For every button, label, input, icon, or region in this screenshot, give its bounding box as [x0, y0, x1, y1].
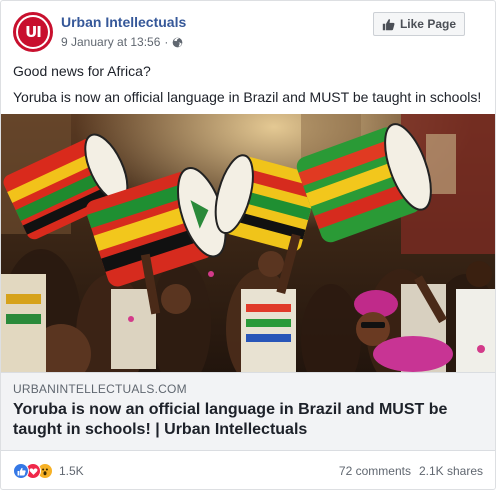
post-text-line-1: Good news for Africa? [13, 63, 151, 79]
link-domain: URBANINTELLECTUALS.COM [13, 382, 187, 396]
drummers-photo-image [1, 114, 495, 372]
like-reaction-icon [13, 463, 29, 479]
thumbs-up-icon [382, 18, 395, 30]
page-name-link[interactable]: Urban Intellectuals [61, 14, 186, 30]
meta-separator: · [164, 35, 169, 49]
avatar-logo: UI [18, 17, 48, 47]
post-header: UI Urban Intellectuals 9 January at 13:5… [1, 1, 495, 59]
post-footer: 1.5K 72 comments 2.1K shares [1, 451, 495, 489]
facebook-post-card: UI Urban Intellectuals 9 January at 13:5… [0, 0, 496, 490]
post-photo[interactable] [1, 114, 495, 372]
engagement-counts: 72 comments 2.1K shares [339, 464, 483, 478]
comments-count-link[interactable]: 72 comments [339, 464, 411, 478]
shares-count-link[interactable]: 2.1K shares [419, 464, 483, 478]
reactions-summary[interactable]: 1.5K [13, 463, 84, 479]
like-page-label: Like Page [399, 17, 456, 31]
link-preview[interactable]: URBANINTELLECTUALS.COM Yoruba is now an … [1, 372, 495, 451]
post-text-line-2: Yoruba is now an official language in Br… [13, 89, 482, 105]
post-timestamp[interactable]: 9 January at 13:56 [61, 35, 160, 49]
like-page-button[interactable]: Like Page [372, 12, 465, 36]
post-meta: 9 January at 13:56 · [61, 35, 183, 49]
globe-icon [173, 37, 183, 47]
link-title[interactable]: Yoruba is now an official language in Br… [13, 400, 483, 440]
reaction-count: 1.5K [59, 464, 84, 478]
page-avatar[interactable]: UI [13, 12, 53, 52]
